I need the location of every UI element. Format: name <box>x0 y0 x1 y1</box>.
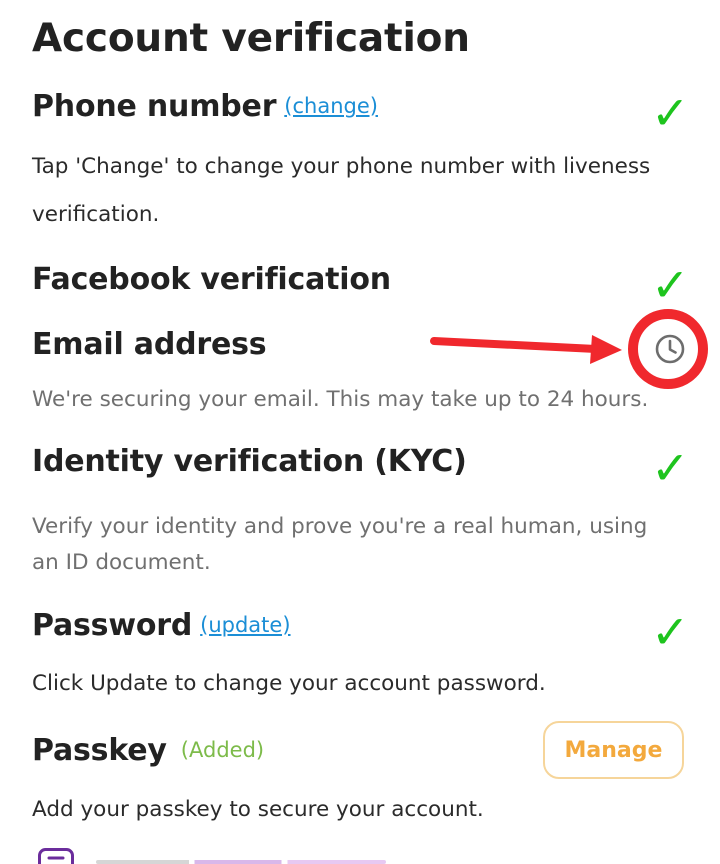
phone-verified-check-icon: ✓ <box>651 86 690 140</box>
phone-change-link[interactable]: (change) <box>284 94 378 118</box>
passkey-title: Passkey <box>32 733 167 768</box>
passkey-device-label-cutoff <box>96 852 386 864</box>
identity-verified-check-icon: ✓ <box>651 441 690 495</box>
password-section-header: Password (update) <box>32 608 291 643</box>
passkey-added-badge: (Added) <box>180 738 265 762</box>
password-verified-check-icon: ✓ <box>651 605 690 659</box>
page-title: Account verification <box>32 16 470 61</box>
facebook-title: Facebook verification <box>32 262 391 297</box>
email-description: We're securing your email. This may take… <box>32 387 649 412</box>
password-update-link[interactable]: (update) <box>200 613 290 637</box>
password-title: Password <box>32 608 193 643</box>
password-description: Click Update to change your account pass… <box>32 671 546 696</box>
phone-section-header: Phone number (change) <box>32 89 378 124</box>
red-arrow-annotation <box>430 335 622 364</box>
email-pending-clock-icon <box>652 331 688 371</box>
passkey-section-header: Passkey (Added) <box>32 733 264 768</box>
passkey-manage-button[interactable]: Manage <box>543 721 684 779</box>
passkey-description: Add your passkey to secure your account. <box>32 797 484 822</box>
account-verification-page: Account verification Phone number (change… <box>0 0 720 864</box>
phone-description: Tap 'Change' to change your phone number… <box>32 154 651 227</box>
facebook-verified-check-icon: ✓ <box>651 258 690 312</box>
passkey-device-icon <box>38 848 76 864</box>
identity-description: Verify your identity and prove you're a … <box>32 514 648 575</box>
phone-title: Phone number <box>32 89 277 124</box>
identity-title: Identity verification (KYC) <box>32 444 467 479</box>
email-title: Email address <box>32 327 267 362</box>
